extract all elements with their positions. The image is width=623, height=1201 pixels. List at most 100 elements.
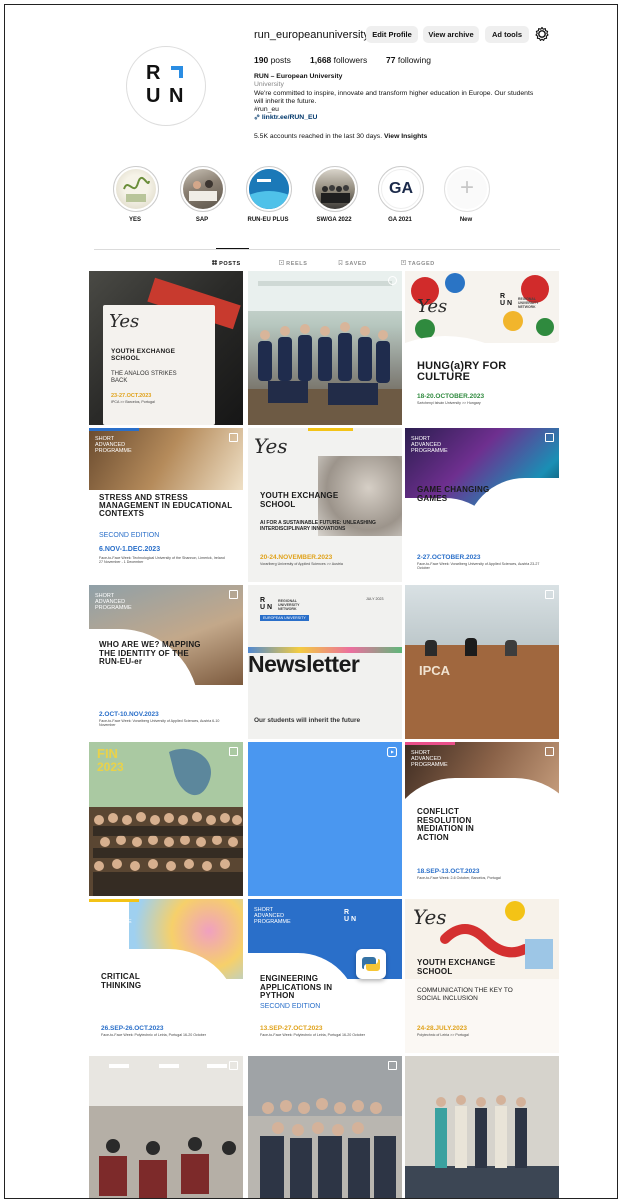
highlight-sap[interactable]: SAP [180, 166, 226, 223]
tagged-icon [400, 259, 407, 266]
post-date: 13.SEP-27.OCT.2023 [260, 1025, 323, 1032]
bio-hashtag[interactable]: #run_eu [254, 106, 564, 114]
logo-letter-u: U [146, 85, 161, 107]
tab-reels[interactable]: REELS [278, 259, 308, 267]
post-kicker: SHORT ADVANCED PROGRAMME [411, 436, 448, 454]
profile-display-name: RUN – European University [254, 73, 343, 80]
bookmark-icon [338, 259, 343, 266]
post-date: 2.OCT-10.NOV.2023 [99, 711, 159, 718]
profile-category: University [254, 81, 284, 89]
insights-text: 5.5K accounts reached in the last 30 day… [254, 133, 383, 140]
post-tag: EUROPEAN UNIVERSITY [260, 615, 309, 621]
carousel-icon [545, 590, 554, 599]
highlight-label: GA 2021 [388, 217, 412, 223]
edit-profile-button[interactable]: Edit Profile [366, 26, 418, 43]
carousel-icon [545, 747, 554, 756]
post-tile[interactable]: SHORT ADVANCED PROGRAMME STRESS AND STRE… [89, 428, 243, 582]
post-tile[interactable]: SHORT ADVANCED PROGRAMME RU N ENGINEERIN… [248, 899, 402, 1053]
following-count[interactable]: 77 following [386, 55, 431, 65]
newsletter-stripe [248, 647, 402, 653]
highlight-label: RUN-EU PLUS [247, 217, 289, 223]
highlight-ga-2021[interactable]: GA GA 2021 [378, 166, 424, 223]
post-kicker: SHORT ADVANCED PROGRAMME [254, 907, 291, 925]
highlight-label: SW/GA 2022 [316, 217, 352, 223]
plus-icon: + [447, 169, 487, 209]
post-date: 26.SEP-26.OCT.2023 [101, 1025, 164, 1032]
post-tile[interactable]: Yes YOUTH EXCHANGE SCHOOL AI FOR A SUSTA… [248, 428, 402, 582]
post-date: 18-20.OCTOBER.2023 [417, 393, 485, 400]
carousel-icon [229, 747, 238, 756]
tabs-divider [94, 249, 560, 250]
post-tile[interactable] [248, 1056, 402, 1198]
carousel-icon [388, 1061, 397, 1070]
crowd-photo [93, 748, 243, 896]
post-tile[interactable]: SHORT ADVANCED PROGRAMME CONFLICT RESOLU… [405, 742, 559, 896]
post-kicker: SHORT ADVANCED PROGRAMME [95, 593, 132, 611]
tab-posts[interactable]: POSTS [211, 259, 241, 267]
highlight-ring [246, 166, 292, 212]
ga-logo-text: GA [389, 180, 413, 197]
highlight-yes[interactable]: YES [113, 166, 159, 223]
logo-letter-n: N [507, 300, 513, 307]
post-tile[interactable]: Yes YOUTH EXCHANGE SCHOOL COMMUNICATION … [405, 899, 559, 1053]
highlight-new[interactable]: + New [444, 166, 490, 223]
tab-reels-label: REELS [286, 261, 308, 267]
logo-corner-mark [171, 66, 183, 78]
post-date: 18.SEP-13.OCT.2023 [417, 868, 480, 875]
yes-scribble-icon [123, 176, 150, 202]
tab-saved[interactable]: SAVED [338, 259, 367, 267]
profile-username: run_europeanuniversity [254, 29, 369, 41]
post-place: Polytechnic of Leiria >> Portugal [417, 1033, 469, 1037]
post-subtitle: COMMUNICATION THE KEY TO SOCIAL INCLUSIO… [417, 987, 513, 1002]
highlight-ring [180, 166, 226, 212]
post-tile[interactable]: RU N REGIONAL UNIVERSITY NETWORK EUROPEA… [248, 585, 402, 739]
profile-bio: RUN – European University University We'… [254, 73, 564, 123]
post-tile[interactable]: Yes R U N REGIONAL UNIVERSITY NETWORK HU… [405, 271, 559, 425]
bio-line-2: will inherit the future. [254, 97, 317, 105]
profile-avatar[interactable]: R U N [126, 46, 206, 126]
run-logo: RU N [260, 597, 273, 611]
tab-posts-label: POSTS [219, 261, 241, 267]
logo-caption: REGIONAL UNIVERSITY NETWORK [278, 599, 300, 611]
post-title: YOUTH EXCHANGE SCHOOL [417, 958, 496, 976]
sap-photo-icon [189, 180, 217, 201]
post-tile[interactable]: SHORT ADVANCED PROGRAMME GAME CHANGING G… [405, 428, 559, 582]
highlight-run-eu-plus[interactable]: RUN-EU PLUS [246, 166, 292, 223]
post-tile[interactable]: IPCA [405, 585, 559, 739]
python-logo-icon [362, 957, 380, 971]
post-tile[interactable] [248, 271, 402, 425]
tab-tagged[interactable]: TAGGED [400, 259, 435, 267]
post-tile[interactable]: SHORT ADVANCED PROGRAMME CRITICAL THINKI… [89, 899, 243, 1053]
post-date: 23-27.OCT.2023 [111, 393, 152, 399]
bio-link[interactable]: linktr.ee/RUN_EU [254, 114, 564, 122]
highlight-sw-ga-2022[interactable]: SW/GA 2022 [312, 166, 358, 223]
bio-link-text[interactable]: linktr.ee/RUN_EU [262, 114, 318, 121]
carousel-icon [545, 433, 554, 442]
ad-tools-button[interactable]: Ad tools [485, 26, 529, 43]
followers-count[interactable]: 1,668 followers [310, 55, 367, 65]
view-archive-button[interactable]: View archive [423, 26, 479, 43]
group-photo [405, 1056, 559, 1198]
logo-letter-r: R [500, 293, 506, 300]
carousel-icon [229, 590, 238, 599]
post-subtitle: SECOND EDITION [260, 1003, 321, 1010]
post-tile[interactable] [405, 1056, 559, 1198]
post-title: YOUTH EXCHANGE SCHOOL [260, 491, 339, 509]
post-date: 20-24.NOVEMBER.2023 [260, 554, 333, 561]
post-tile[interactable] [248, 742, 402, 896]
view-insights-link[interactable]: View Insights [384, 133, 427, 140]
speaker [505, 640, 517, 656]
run-eu-plus-icon [249, 169, 289, 209]
highlight-ring [113, 166, 159, 212]
insights-summary: 5.5K accounts reached in the last 30 day… [254, 133, 427, 140]
logo-caption: REGIONAL UNIVERSITY NETWORK [518, 297, 539, 309]
post-tile[interactable] [89, 1056, 243, 1198]
settings-gear-icon[interactable] [534, 26, 550, 42]
post-tile[interactable]: SHORT ADVANCED PROGRAMME WHO ARE WE? MAP… [89, 585, 243, 739]
post-tile[interactable]: FIN 2023 [89, 742, 243, 896]
post-tile[interactable]: Yes YOUTH EXCHANGE SCHOOL THE ANALOG STR… [89, 271, 243, 425]
post-title: STRESS AND STRESS MANAGEMENT IN EDUCATIO… [99, 493, 233, 518]
run-logo: R U N [144, 63, 190, 109]
post-kicker: SHORT ADVANCED PROGRAMME [95, 907, 132, 925]
highlight-label: YES [128, 217, 141, 223]
